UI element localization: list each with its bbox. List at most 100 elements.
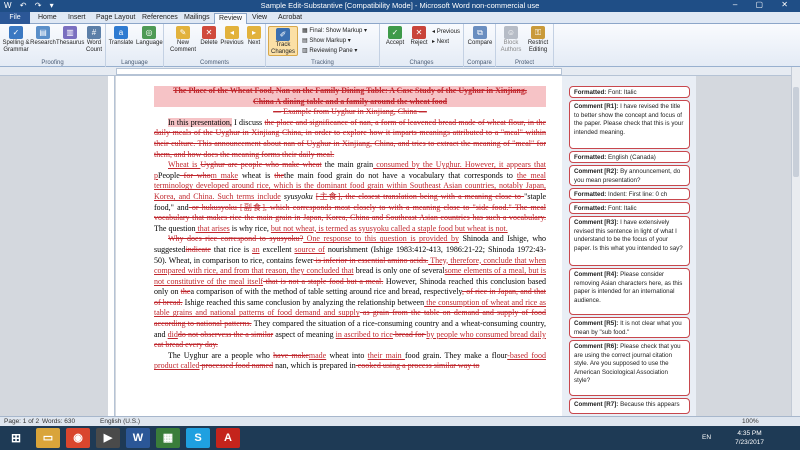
- status-bar: Page: 1 of 2 Words: 630 English (U.S.) 1…: [0, 416, 800, 426]
- language-label: Language: [121, 60, 148, 66]
- balloon-comment-r7[interactable]: Comment [R7]: Because this appears: [569, 398, 690, 414]
- proofing-label: Proofing: [41, 60, 64, 66]
- balloon-comment-r2[interactable]: Comment [R2]: By announcement, do you me…: [569, 165, 690, 186]
- tab-view[interactable]: View: [248, 13, 271, 24]
- zoom-level[interactable]: 100%: [742, 418, 759, 425]
- spelling-button[interactable]: ✓ Spelling & Grammar: [2, 26, 30, 54]
- title-line-3: — Example from Uyghur in Xinjiang, China…: [273, 107, 427, 117]
- input-language[interactable]: EN: [702, 434, 711, 441]
- title-line-1: The Place of the Wheat Food, Nan on the …: [154, 86, 546, 97]
- accept-button[interactable]: ✓ Accept: [384, 26, 406, 47]
- compare-button[interactable]: ⧉ Compare: [466, 26, 494, 47]
- balloon-formatted[interactable]: Formatted: English (Canada): [569, 151, 690, 163]
- word-icon[interactable]: W: [126, 428, 150, 448]
- restrict-editing-button[interactable]: ⚿ Restrict Editing: [524, 26, 552, 54]
- proofing-group: ✓ Spelling & Grammar ▤ Research ▥ Thesaurus…: [0, 24, 106, 67]
- media-player-icon[interactable]: ▶: [96, 428, 120, 448]
- window-controls[interactable]: – ▢ ✕: [733, 0, 796, 9]
- balloon-comment-r5[interactable]: Comment [R5]: It is not clear what you m…: [569, 317, 690, 338]
- vertical-scrollbar[interactable]: [791, 67, 800, 416]
- tracking-label: Tracking: [311, 60, 334, 66]
- paragraph-2: Wheat is Uyghur are people who make whea…: [154, 160, 547, 233]
- translate-button[interactable]: a Translate: [108, 26, 134, 47]
- chevron-down-icon: ▾: [362, 28, 368, 34]
- previous-comment-button[interactable]: ◂ Previous: [220, 26, 244, 47]
- reject-icon: ✕: [412, 26, 426, 39]
- research-button[interactable]: ▤ Research: [30, 26, 56, 47]
- chevron-down-icon: ▾: [352, 48, 358, 54]
- balloon-formatted[interactable]: Formatted: Font: Italic: [569, 202, 690, 214]
- comments-label: Comments: [199, 60, 229, 66]
- document-page[interactable]: The Place of the Wheat Food, Nan on the …: [116, 76, 562, 416]
- acrobat-icon[interactable]: A: [216, 428, 240, 448]
- document-body[interactable]: The Place of the Wheat Food, Nan on the …: [154, 86, 546, 372]
- ruler-track: [116, 68, 562, 75]
- compare-group: ⧉ Compare Compare: [464, 24, 496, 67]
- changes-label: Changes: [409, 60, 434, 66]
- tab-insert[interactable]: Insert: [64, 13, 90, 24]
- globe-icon: ◎: [142, 26, 156, 39]
- previous-change-button[interactable]: ◂ Previous: [432, 28, 460, 35]
- tab-acrobat[interactable]: Acrobat: [274, 13, 306, 24]
- previous-icon: ◂: [225, 26, 239, 39]
- accept-icon: ✓: [388, 26, 402, 39]
- tab-file[interactable]: File: [0, 12, 30, 24]
- horizontal-ruler[interactable]: [0, 67, 800, 76]
- system-clock[interactable]: 4:35 PM 7/23/2017: [735, 429, 764, 447]
- word-count-icon: #: [87, 26, 101, 39]
- abc-check-icon: ✓: [9, 26, 23, 39]
- comments-group: ✎ New Comment ✕ Delete ◂ Previous ▸ Next Com…: [164, 24, 266, 67]
- paragraph-4: The Uyghur are a people who have makemad…: [154, 350, 547, 371]
- block-authors-icon: ☺: [504, 26, 518, 39]
- balloon-comment-r1[interactable]: Comment [R1]: I have revised the title t…: [569, 100, 690, 149]
- language-status[interactable]: English (U.S.): [100, 418, 140, 425]
- app-icon[interactable]: ▦: [156, 428, 180, 448]
- comment-anchor[interactable]: In this presentation,: [168, 117, 232, 127]
- chevron-down-icon: ▾: [346, 38, 351, 44]
- vertical-ruler[interactable]: [108, 76, 115, 416]
- tab-references[interactable]: References: [138, 13, 182, 24]
- book-icon: ▤: [36, 26, 50, 39]
- paragraph-1: In this presentation, I discuss the plac…: [154, 117, 546, 159]
- tracking-group: ✐ Track Changes ▦ Final: Show Markup ▾ ▤ …: [266, 24, 380, 67]
- thesaurus-icon: ▥: [63, 26, 77, 39]
- lock-icon: ⚿: [531, 26, 545, 39]
- balloon-comment-r3[interactable]: Comment [R3]: I have extensively revised…: [569, 216, 690, 266]
- new-comment-button[interactable]: ✎ New Comment: [168, 26, 198, 54]
- chrome-icon[interactable]: ◉: [66, 428, 90, 448]
- reject-button[interactable]: ✕ Reject: [408, 26, 430, 47]
- changes-group: ✓ Accept ✕ Reject ◂ Previous ▸ Next Change…: [380, 24, 464, 67]
- track-changes-button[interactable]: ✐ Track Changes: [268, 26, 298, 56]
- ribbon: ✓ Spelling & Grammar ▤ Research ▥ Thesaurus…: [0, 24, 800, 67]
- balloon-formatted[interactable]: Formatted: Indent: First line: 0 ch: [569, 188, 690, 200]
- start-icon[interactable]: ⊞: [4, 428, 28, 448]
- next-comment-button[interactable]: ▸ Next: [244, 26, 264, 47]
- next-change-button[interactable]: ▸ Next: [432, 38, 449, 45]
- language-button[interactable]: ◎ Language: [136, 26, 163, 47]
- protect-group: ☺ Block Authors ⚿ Restrict Editing Protect: [496, 24, 554, 67]
- word-count[interactable]: Words: 630: [42, 418, 75, 425]
- window-title: Sample Edit-Substantive [Compatibility M…: [260, 1, 540, 10]
- taskbar: ⊞ ▭ ◉ ▶ W ▦ S A EN 4:35 PM 7/23/2017: [0, 426, 800, 450]
- title-bar: W ↶ ↷ ▾ Sample Edit-Substantive [Compati…: [0, 0, 800, 12]
- tab-review[interactable]: Review: [214, 13, 247, 24]
- folder-icon[interactable]: ▭: [36, 428, 60, 448]
- next-icon: ▸: [247, 26, 261, 39]
- skype-icon[interactable]: S: [186, 428, 210, 448]
- show-markup-dropdown[interactable]: ▤ Show Markup ▾: [302, 37, 351, 44]
- delete-comment-button[interactable]: ✕ Delete: [198, 26, 220, 47]
- thesaurus-button[interactable]: ▥ Thesaurus: [56, 26, 84, 47]
- scroll-thumb[interactable]: [793, 87, 799, 177]
- new-comment-icon: ✎: [176, 26, 190, 39]
- balloon-comment-r6[interactable]: Comment [R6]: Please check that you are …: [569, 340, 690, 396]
- tab-mailings[interactable]: Mailings: [180, 13, 214, 24]
- block-authors-button[interactable]: ☺ Block Authors: [498, 26, 524, 54]
- tab-page-layout[interactable]: Page Layout: [92, 13, 139, 24]
- page-count[interactable]: Page: 1 of 2: [4, 418, 39, 425]
- final-markup-dropdown[interactable]: ▦ Final: Show Markup ▾: [302, 27, 367, 34]
- balloon-formatted[interactable]: Formatted: Font: Italic: [569, 86, 690, 98]
- tab-home[interactable]: Home: [34, 13, 61, 24]
- reviewing-pane-dropdown[interactable]: ▥ Reviewing Pane ▾: [302, 47, 357, 54]
- balloon-comment-r4[interactable]: Comment [R4]: Please consider removing A…: [569, 268, 690, 315]
- word-count-button[interactable]: # Word Count: [84, 26, 104, 54]
